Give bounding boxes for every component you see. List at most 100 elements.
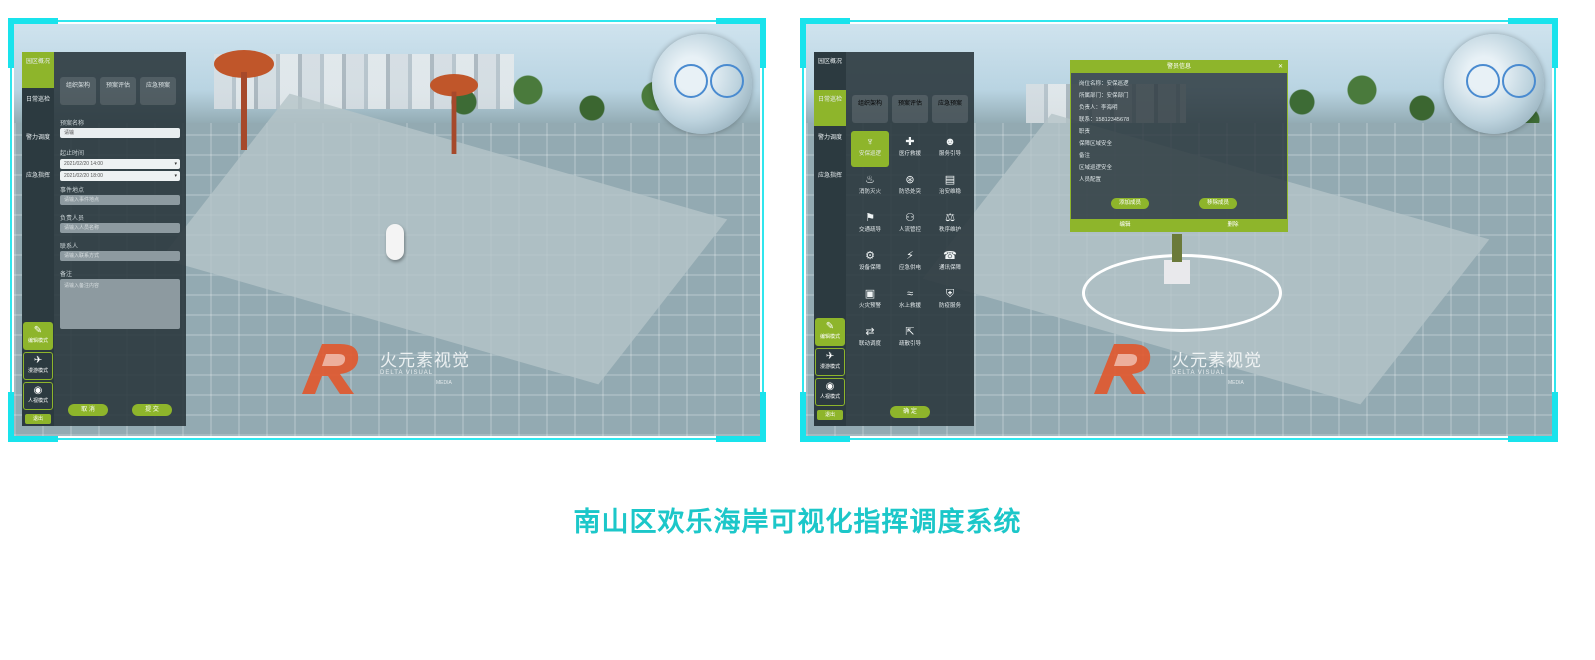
order-icon: ⚖ — [945, 212, 955, 224]
document-icon: ▤ — [944, 174, 956, 186]
crowd-icon: ⚇ — [905, 212, 915, 224]
grid-item-service[interactable]: ☻ 服务引导 — [931, 131, 969, 167]
end-time-select[interactable]: 2021/02/20 18:00 — [60, 171, 180, 181]
red-sculpture-tree — [214, 50, 274, 150]
nav-tab[interactable]: 应急指挥 — [814, 166, 846, 202]
contact-label: 联系人 — [60, 244, 79, 250]
watermark-en: DELTA VISUAL — [380, 370, 434, 376]
submit-button[interactable]: 提 交 — [132, 404, 172, 416]
grid-item-label: 秩序维护 — [938, 227, 961, 233]
comm-icon: ☎ — [943, 250, 957, 262]
location-label: 事件地点 — [60, 188, 85, 194]
link-icon: ⇄ — [865, 326, 875, 338]
cancel-button[interactable]: 取 消 — [68, 404, 108, 416]
roam-icon: ✈ — [33, 355, 43, 366]
watermark-cn: 火元素视觉 — [380, 351, 470, 371]
right-3d-viewport[interactable]: 园区概况 日常巡检 警力调度 应急指挥 ✎ 编辑模式 ✈ 漫游模式 ◉ 人视模式 退出… — [806, 24, 1552, 436]
grid-item-comm[interactable]: ☎ 通讯保障 — [931, 245, 969, 281]
grid-item-medical[interactable]: ✚ 医疗救援 — [891, 131, 929, 167]
watermark-cn: 火元素视觉 — [1172, 351, 1262, 371]
delete-button[interactable]: 删除 — [1179, 219, 1287, 231]
category-button[interactable]: 应急预案 — [932, 95, 968, 123]
grid-item-label: 治安维稳 — [938, 189, 961, 195]
grid-item-label: 火灾预警 — [858, 303, 881, 309]
grid-item-label: 通讯保障 — [938, 265, 961, 271]
tool-label: 编辑模式 — [819, 334, 840, 340]
people-input[interactable]: 请输入人员名称 — [60, 223, 180, 233]
category-button[interactable]: 预案评估 — [892, 95, 928, 123]
add-member-button[interactable]: 添加成员 — [1111, 198, 1149, 209]
start-time-select[interactable]: 2021/02/20 14:00 — [60, 159, 180, 169]
grid-item-label: 消防灭火 — [858, 189, 881, 195]
grid-item-shield[interactable]: ⛨ 防疫服务 — [931, 283, 969, 319]
right-nav-strip: 园区概况 日常巡检 警力调度 应急指挥 ✎ 编辑模式 ✈ 漫游模式 ◉ 人视模式 退出 — [814, 52, 846, 426]
plan-name-input[interactable]: 请输 — [60, 128, 180, 138]
left-screen-frame: 园区概况 日常巡检 警力调度 应急指挥 ✎ 编辑模式 ✈ 漫游模式 ◉ 人视模式 退出… — [8, 18, 766, 442]
nav-tab[interactable]: 应急指挥 — [22, 166, 54, 202]
grid-item-alarm[interactable]: ⊛ 防恐处突 — [891, 169, 929, 205]
page-caption: 南山区欢乐海岸可视化指挥调度系统 — [573, 507, 1022, 538]
nav-tab[interactable]: 日常巡检 — [814, 90, 846, 126]
officer-marker[interactable] — [1164, 234, 1190, 284]
info-row: 所属部门：安保部门 — [1079, 93, 1129, 99]
medical-icon: ✚ — [905, 136, 915, 148]
grid-item-evacuate[interactable]: ⇱ 疏散引导 — [891, 321, 929, 357]
fire-logo-icon — [302, 344, 359, 394]
grid-item-label: 防疫服务 — [938, 303, 961, 309]
nav-tab[interactable]: 警力调度 — [814, 128, 846, 164]
service-icon: ☻ — [944, 136, 956, 148]
edit-mode-button[interactable]: ✎ 编辑模式 — [815, 318, 845, 346]
roam-mode-button[interactable]: ✈ 漫游模式 — [23, 352, 53, 380]
evacuate-icon: ⇱ — [905, 326, 915, 338]
remove-member-button[interactable]: 移除成员 — [1199, 198, 1237, 209]
grid-item-crowd[interactable]: ⚇ 人流管控 — [891, 207, 929, 243]
info-row: 职责 — [1079, 129, 1091, 135]
nav-tab[interactable]: 警力调度 — [22, 128, 54, 164]
info-row: 负责人：李海明 — [1079, 105, 1118, 111]
tool-label: 编辑模式 — [27, 338, 48, 344]
red-sculpture-tree — [430, 74, 478, 154]
location-input[interactable]: 请输入事件地点 — [60, 195, 180, 205]
info-row: 岗位名称：安保巡逻 — [1079, 81, 1129, 87]
marker-pillar[interactable] — [386, 224, 404, 260]
edit-button[interactable]: 编辑 — [1071, 219, 1179, 231]
roam-mode-button[interactable]: ✈ 漫游模式 — [815, 348, 845, 376]
time-label: 起止时间 — [60, 151, 85, 157]
watermark-en: DELTA VISUAL — [1172, 370, 1226, 376]
people-label: 负责人员 — [60, 216, 85, 222]
contact-input[interactable]: 请输入联系方式 — [60, 251, 180, 261]
confirm-button[interactable]: 确 定 — [890, 406, 930, 418]
category-button[interactable]: 组织架构 — [852, 95, 888, 123]
category-button[interactable]: 组织架构 — [60, 77, 96, 105]
grid-item-order[interactable]: ⚖ 秩序维护 — [931, 207, 969, 243]
grid-item-traffic[interactable]: ⚑ 交通疏导 — [851, 207, 889, 243]
grid-item-label: 安保巡逻 — [858, 151, 881, 157]
grid-item-water[interactable]: ≈ 水上救援 — [891, 283, 929, 319]
remark-label: 备注 — [60, 272, 73, 278]
grid-item-firewarn[interactable]: ▣ 火灾预警 — [851, 283, 889, 319]
grid-item-document[interactable]: ▤ 治安维稳 — [931, 169, 969, 205]
remark-textarea[interactable]: 请输入备注内容 — [60, 279, 180, 329]
grid-item-device[interactable]: ⚙ 设备保障 — [851, 245, 889, 281]
info-row: 备注 — [1079, 153, 1091, 159]
power-icon: ⚡ — [906, 250, 914, 262]
grid-item-fire[interactable]: ♨ 消防灭火 — [851, 169, 889, 205]
fire-logo-icon — [1094, 344, 1151, 394]
edit-mode-button[interactable]: ✎ 编辑模式 — [23, 322, 53, 350]
grid-item-power[interactable]: ⚡ 应急供电 — [891, 245, 929, 281]
traffic-icon: ⚑ — [865, 212, 875, 224]
category-button[interactable]: 预案评估 — [100, 77, 136, 105]
plan-form-panel: 组织架构 预案评估 应急预案 预案名称 请输 起止时间 2021/02/20 14:… — [54, 52, 186, 426]
grid-item-guard[interactable]: ♆ 安保巡逻 — [851, 131, 889, 167]
right-screen-frame: 园区概况 日常巡检 警力调度 应急指挥 ✎ 编辑模式 ✈ 漫游模式 ◉ 人视模式 退出… — [800, 18, 1558, 442]
left-3d-viewport[interactable]: 园区概况 日常巡检 警力调度 应急指挥 ✎ 编辑模式 ✈ 漫游模式 ◉ 人视模式 退出… — [14, 24, 760, 436]
info-row: 保障区域安全 — [1079, 141, 1113, 147]
category-button[interactable]: 应急预案 — [140, 77, 176, 105]
dialog-footer: 编辑 删除 — [1071, 219, 1287, 231]
grid-item-link[interactable]: ⇄ 联动调度 — [851, 321, 889, 357]
task-grid-panel: 组织架构 预案评估 应急预案 ♆ 安保巡逻 ✚ 医疗救援 ☻ 服务引导 ♨ 消防灭火 ⊛ 防恐处突 ▤… — [846, 52, 974, 426]
nav-tab[interactable]: 日常巡检 — [22, 90, 54, 126]
tool-label: 漫游模式 — [819, 364, 840, 370]
guard-icon: ♆ — [865, 136, 875, 148]
close-icon[interactable]: ✕ — [1278, 61, 1283, 73]
